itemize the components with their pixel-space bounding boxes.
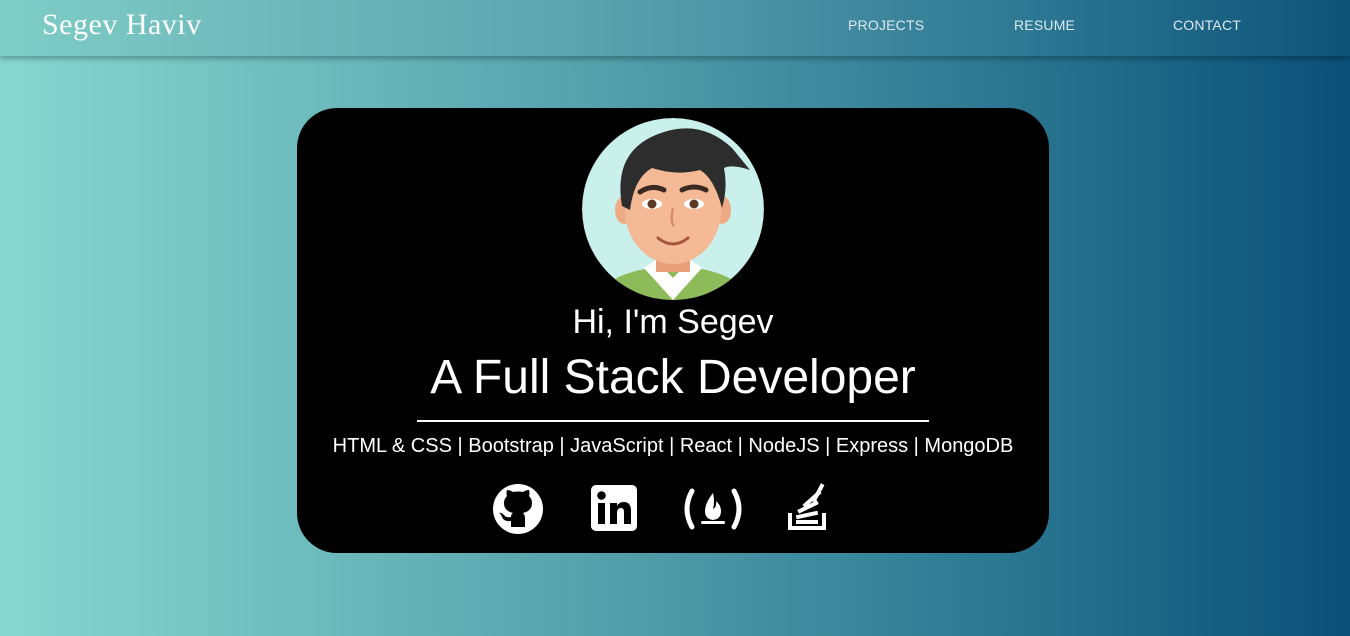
github-icon bbox=[493, 484, 543, 534]
nav-link-resume[interactable]: RESUME bbox=[1014, 17, 1075, 33]
stackoverflow-link[interactable] bbox=[782, 483, 834, 535]
stackoverflow-icon bbox=[788, 483, 826, 530]
hero-title: A Full Stack Developer bbox=[430, 351, 916, 404]
freecodecamp-icon bbox=[684, 488, 742, 530]
github-link[interactable] bbox=[492, 483, 544, 535]
nav-link-projects[interactable]: PROJECTS bbox=[848, 17, 924, 33]
intro-card: Hi, I'm Segev A Full Stack Developer HTM… bbox=[297, 108, 1049, 553]
freecodecamp-link[interactable] bbox=[683, 483, 742, 535]
brand-logo[interactable]: Segev Haviv bbox=[42, 8, 202, 42]
linkedin-icon bbox=[591, 485, 637, 531]
greeting: Hi, I'm Segev bbox=[572, 303, 774, 341]
skills-list: HTML & CSS | Bootstrap | JavaScript | Re… bbox=[332, 435, 1014, 457]
nav-link-contact[interactable]: CONTACT bbox=[1173, 17, 1241, 33]
divider bbox=[417, 420, 929, 422]
linkedin-link[interactable] bbox=[589, 483, 641, 535]
avatar bbox=[582, 118, 764, 300]
navbar: Segev Haviv PROJECTS RESUME CONTACT bbox=[0, 0, 1350, 56]
